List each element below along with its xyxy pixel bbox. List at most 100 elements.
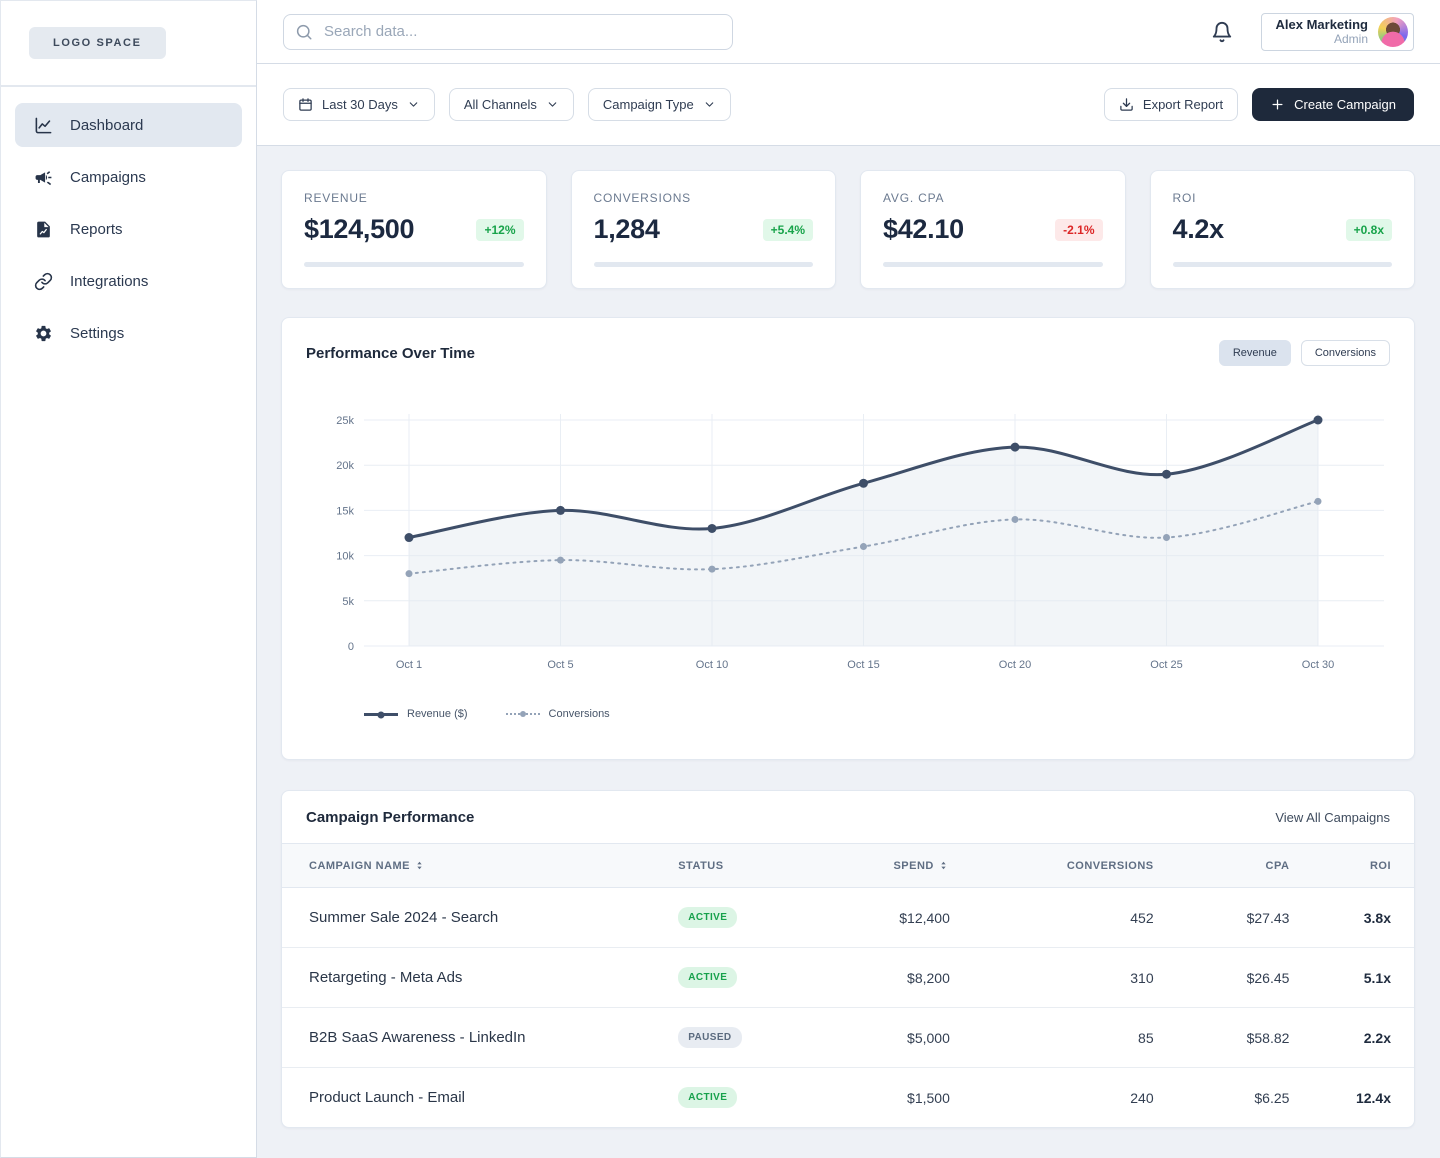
export-report-label: Export Report: [1142, 97, 1224, 112]
table-header-row: CAMPAIGN NAME STATUS SPEND CONVERSIONS C…: [282, 843, 1414, 888]
search-icon: [296, 24, 312, 39]
topbar: Alex Marketing Admin: [257, 0, 1440, 64]
svg-text:Oct 20: Oct 20: [999, 659, 1031, 671]
campaign-name-cell: Summer Sale 2024 - Search: [309, 909, 499, 926]
view-all-campaigns-link[interactable]: View All Campaigns: [1275, 810, 1390, 825]
cpa-cell: $58.82: [1153, 1007, 1290, 1068]
status-cell: PAUSED: [678, 1007, 815, 1068]
kpi-row: REVENUE $124,500 +12% CONVERSIONS 1,284 …: [281, 170, 1415, 289]
campaign-row[interactable]: Retargeting - Meta Ads ACTIVE $8,200 310…: [282, 947, 1414, 1008]
spend-cell: $8,200: [814, 947, 950, 1008]
roi-cell: 3.8x: [1363, 909, 1391, 926]
campaign-row[interactable]: B2B SaaS Awareness - LinkedIn PAUSED $5,…: [282, 1007, 1414, 1068]
campaign-name-cell: B2B SaaS Awareness - LinkedIn: [282, 1007, 679, 1068]
sidebar-item-integrations[interactable]: Integrations: [15, 259, 242, 303]
sidebar-item-campaigns[interactable]: Campaigns: [15, 155, 242, 199]
campaign-row[interactable]: Product Launch - Email ACTIVE $1,500 240…: [282, 1067, 1414, 1127]
filter-actions: Export Report Create Campaign: [1103, 88, 1414, 121]
svg-text:10k: 10k: [336, 551, 354, 563]
sidebar-item-label: Integrations: [70, 272, 149, 290]
roi-cell: 2.2x: [1289, 1007, 1414, 1068]
app-window: LOGO SPACE Dashboard Campaigns Reports I…: [0, 0, 1440, 1158]
chevron-down-icon: [409, 102, 418, 107]
sidebar-item-label: Campaigns: [70, 168, 146, 186]
roi-cell: 12.4x: [1289, 1067, 1414, 1127]
status-cell: ACTIVE: [678, 1067, 815, 1127]
sidebar-item-settings[interactable]: Settings: [15, 311, 242, 355]
campaign-table: CAMPAIGN NAME STATUS SPEND CONVERSIONS C…: [282, 843, 1414, 1127]
svg-text:25k: 25k: [336, 415, 354, 427]
user-role: Admin: [1333, 32, 1368, 46]
gear-icon: [36, 325, 51, 341]
export-report-button[interactable]: Export Report: [1103, 88, 1239, 121]
kpi-progress-bar: [304, 262, 524, 267]
dashboard-content: REVENUE $124,500 +12% CONVERSIONS 1,284 …: [257, 146, 1440, 1158]
campaign-row[interactable]: Summer Sale 2024 - Search ACTIVE $12,400…: [282, 888, 1414, 948]
kpi-progress-bar: [1172, 262, 1392, 267]
search-wrap: [283, 13, 733, 50]
avatar: [1378, 16, 1408, 47]
status-badge: ACTIVE: [678, 1087, 738, 1108]
kpi-value: $42.10: [883, 214, 964, 244]
legend-label: Conversions: [548, 708, 610, 720]
user-name: Alex Marketing: [1275, 17, 1368, 32]
conversions-cell: 240: [949, 1067, 1154, 1127]
calendar-icon: [299, 98, 312, 111]
kpi-card-revenue: REVENUE $124,500 +12%: [281, 170, 547, 289]
sort-icon: [417, 861, 422, 870]
sidebar-item-label: Reports: [70, 220, 123, 238]
column-header-spend[interactable]: SPEND: [814, 843, 950, 888]
conversions-cell: 310: [949, 947, 1154, 1008]
status-badge: PAUSED: [678, 1027, 742, 1048]
notifications-button[interactable]: [1211, 21, 1233, 43]
chevron-down-icon: [705, 102, 713, 107]
sort-icon: [941, 861, 946, 870]
svg-text:20k: 20k: [336, 460, 354, 472]
report-file-icon: [37, 221, 50, 237]
conversions-line-swatch: [505, 711, 540, 717]
spend-cell: $5,000: [814, 1007, 950, 1068]
megaphone-icon: [35, 170, 52, 185]
table-title: Campaign Performance: [306, 809, 475, 826]
cpa-cell: $6.25: [1153, 1067, 1290, 1127]
column-header-campaign-name[interactable]: CAMPAIGN NAME: [282, 843, 679, 888]
search-input[interactable]: [283, 13, 733, 50]
campaign-name-cell: Product Launch - Email: [282, 1067, 679, 1127]
bell-icon: [1212, 21, 1231, 42]
spend-cell: $12,400: [899, 909, 950, 926]
revenue-line-swatch: [364, 711, 398, 718]
kpi-delta-badge: +5.4%: [762, 218, 813, 241]
kpi-delta-badge: +0.8x: [1345, 218, 1392, 241]
sidebar-header: LOGO SPACE: [1, 1, 256, 87]
campaign-type-dropdown[interactable]: Campaign Type: [587, 88, 731, 121]
kpi-value: 1,284: [593, 214, 660, 244]
channels-dropdown[interactable]: All Channels: [448, 88, 574, 121]
kpi-label: AVG. CPA: [883, 191, 945, 205]
date-range-dropdown[interactable]: Last 30 Days: [283, 88, 435, 121]
cpa-cell: $27.43: [1246, 909, 1290, 926]
svg-text:Oct 5: Oct 5: [547, 659, 573, 671]
chart-title: Performance Over Time: [306, 344, 475, 362]
toggle-revenue-button[interactable]: Revenue: [1218, 340, 1291, 366]
kpi-progress-bar: [883, 262, 1103, 267]
download-icon: [1120, 98, 1133, 111]
channels-label: All Channels: [463, 97, 537, 112]
svg-text:15k: 15k: [336, 505, 354, 517]
campaign-table-card: Campaign Performance View All Campaigns …: [281, 790, 1415, 1128]
user-menu[interactable]: Alex Marketing Admin: [1260, 12, 1414, 51]
performance-line-chart: 0 5k 10k 15k 20k 25k Oct 1 Oct 5 Oct 10 Oct 15 Oct…: [336, 414, 1384, 671]
sidebar-item-reports[interactable]: Reports: [15, 207, 242, 251]
svg-text:0: 0: [348, 641, 354, 653]
chart-header: Performance Over Time Revenue Conversion…: [306, 340, 1390, 366]
toggle-conversions-button[interactable]: Conversions: [1300, 340, 1390, 366]
performance-chart-card: Performance Over Time Revenue Conversion…: [281, 317, 1415, 760]
conversions-cell: 85: [949, 1007, 1154, 1068]
kpi-value: 4.2x: [1172, 214, 1225, 244]
create-campaign-button[interactable]: Create Campaign: [1252, 88, 1414, 121]
kpi-label: REVENUE: [304, 191, 368, 205]
kpi-label: ROI: [1172, 191, 1197, 205]
sidebar-item-dashboard[interactable]: Dashboard: [15, 103, 242, 147]
kpi-delta-badge: +12%: [476, 218, 524, 241]
status-cell: ACTIVE: [678, 888, 814, 948]
topbar-right: Alex Marketing Admin: [1211, 12, 1414, 51]
